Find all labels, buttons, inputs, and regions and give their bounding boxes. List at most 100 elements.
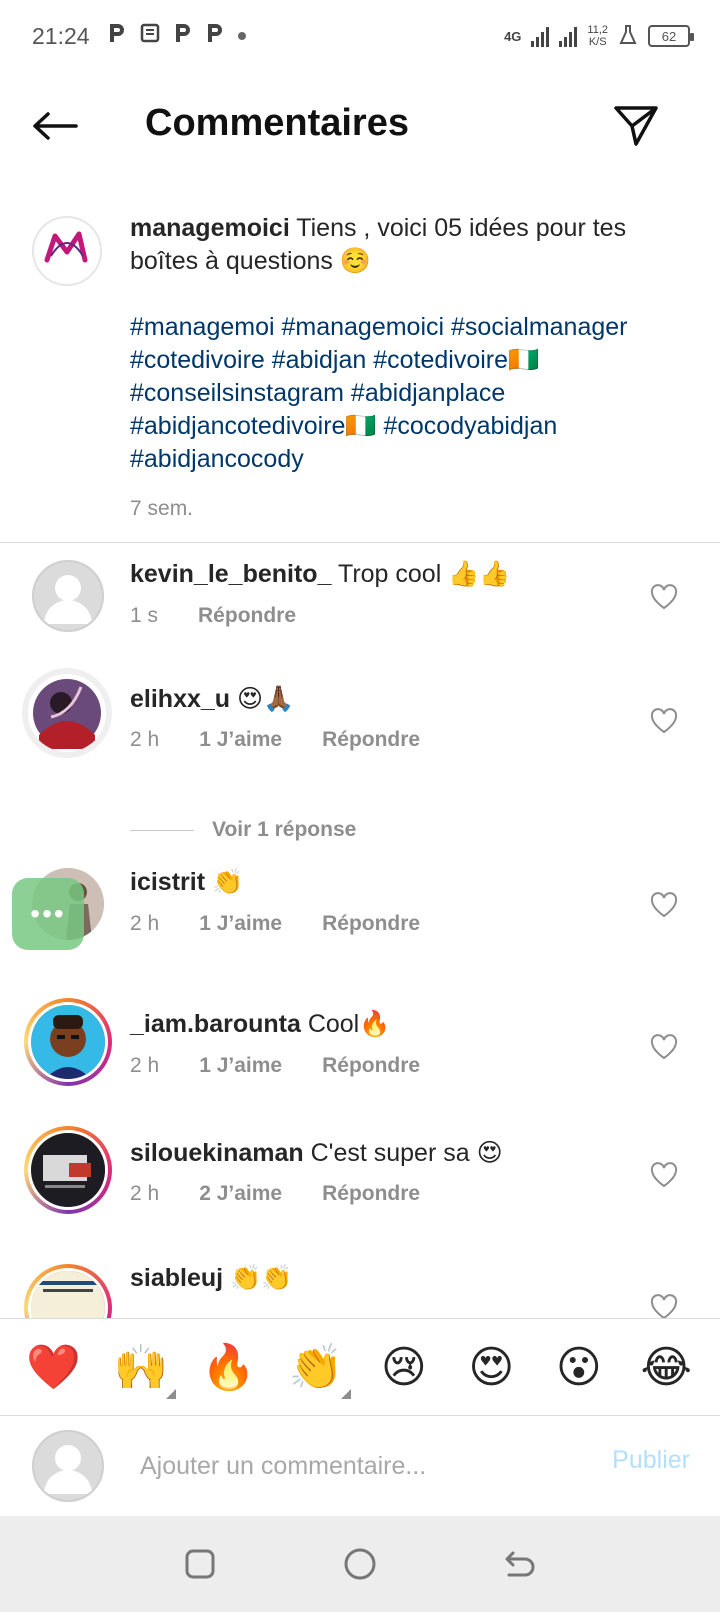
avatar-image [28,1002,108,1082]
send-icon [614,106,658,146]
page-title: Commentaires [145,102,409,144]
avatar-image [28,1268,108,1318]
comment-time: 2 h [130,1182,160,1205]
reply-button[interactable]: Répondre [198,604,296,628]
skin-tone-indicator-icon [341,1389,352,1399]
caption-body: managemoici Tiens , voici 05 idées pour … [130,212,670,525]
comment-item: _iam.barounta Cool🔥 2 h 1 J’aime Répondr… [0,998,720,1120]
header: Commentaires [0,86,720,164]
comment-text: silouekinaman C'est super sa 😍 [130,1139,503,1167]
app-p-icon [108,22,126,51]
comment-username[interactable]: _iam.barounta [130,1010,301,1038]
comment-username[interactable]: icistrit [130,868,205,896]
default-avatar-icon [44,1445,92,1494]
avatar[interactable] [32,560,104,632]
publish-button[interactable]: Publier [612,1446,690,1475]
status-right: 4G 11,2 K/S 62 [504,24,694,49]
comment-time: 2 h [130,728,160,751]
avatar[interactable] [22,668,112,758]
like-heart-icon[interactable] [650,1294,678,1318]
comment-time: 2 h [130,1054,160,1077]
notification-icons [108,22,246,51]
avatar-image [28,1130,108,1210]
comment-username[interactable]: kevin_le_benito_ [130,560,331,588]
like-heart-icon[interactable] [650,1034,678,1060]
emoji-quick-bar: ❤️ 🙌 🔥 👏 😢 😍 😮 😂 [0,1318,720,1416]
system-nav-bar [0,1516,720,1612]
comment-item: siableuj 👏👏 [0,1264,720,1318]
news-icon [140,22,160,50]
flask-icon [618,24,638,49]
reply-button[interactable]: Répondre [322,728,420,752]
back-arrow-icon [33,112,78,140]
comment-text: elihxx_u 😍🙏🏾 [130,685,295,713]
avatar[interactable] [24,998,112,1086]
reply-button[interactable]: Répondre [322,1182,420,1206]
back-button[interactable] [30,104,80,148]
avatar[interactable] [24,1264,112,1318]
managemoi-logo-icon [43,231,91,271]
comment-meta: 2 h 2 J’aime Répondre [130,1182,420,1206]
emoji-crying-button[interactable]: 😢 [369,1342,439,1393]
emoji-raising-hands-button[interactable]: 🙌 [106,1341,177,1399]
caption-time: 7 sem. [130,497,194,520]
comment-input[interactable] [140,1444,570,1488]
comment-time: 1 s [130,604,159,627]
comment-meta: 2 h 1 J’aime Répondre [130,728,420,752]
back-nav-button[interactable] [500,1544,540,1584]
user-photo-icon [33,679,101,749]
comment-composer: Publier [0,1416,720,1516]
signal-icon [531,25,550,47]
floating-chat-bubble[interactable]: ••• [12,878,84,950]
comment-username[interactable]: siableuj [130,1264,223,1292]
divider [130,829,194,831]
default-avatar-icon [44,575,92,624]
caption-username[interactable]: managemoici [130,214,290,242]
divider [0,542,720,543]
app-p-icon [206,22,224,51]
reply-button[interactable]: Répondre [322,912,420,936]
emoji-laughing-button[interactable]: 😂 [631,1342,701,1393]
comment-text: _iam.barounta Cool🔥 [130,1010,391,1038]
like-heart-icon[interactable] [650,708,678,734]
comment-username[interactable]: elihxx_u [130,685,230,713]
comment-username[interactable]: silouekinaman [130,1139,304,1167]
skin-tone-indicator-icon [166,1389,177,1399]
avatar[interactable] [32,216,102,286]
comment-item: kevin_le_benito_ Trop cool 👍👍 1 s Répond… [0,560,720,670]
like-heart-icon[interactable] [650,892,678,918]
comment-time: 2 h [130,912,160,935]
avatar[interactable] [24,1126,112,1214]
share-button[interactable] [612,102,660,150]
emoji-clap-button[interactable]: 👏 [281,1341,352,1399]
comment-text: icistrit 👏 [130,868,244,896]
comment-text: kevin_le_benito_ Trop cool 👍👍 [130,560,511,588]
status-time: 21:24 [32,22,90,49]
likes-count[interactable]: 1 J’aime [199,728,282,752]
comment-meta: 1 s Répondre [130,604,296,628]
battery-icon: 62 [648,25,694,47]
view-replies-button[interactable]: Voir 1 réponse [130,818,356,842]
comment-item: icistrit 👏 2 h 1 J’aime Répondre [0,868,720,978]
comment-meta: 2 h 1 J’aime Répondre [130,912,420,936]
status-bar: 21:24 4G 11,2 K/S 62 [0,0,720,72]
more-notifications-dot [237,32,246,40]
emoji-heart-eyes-button[interactable]: 😍 [456,1342,526,1393]
comment-item: silouekinaman C'est super sa 😍 2 h 2 J’a… [0,1126,720,1248]
reply-button[interactable]: Répondre [322,1054,420,1078]
likes-count[interactable]: 1 J’aime [199,912,282,936]
likes-count[interactable]: 1 J’aime [199,1054,282,1078]
emoji-heart-button[interactable]: ❤️ [19,1341,89,1393]
likes-count[interactable]: 2 J’aime [199,1182,282,1206]
emoji-surprised-button[interactable]: 😮 [544,1342,614,1393]
network-type: 4G [504,28,522,44]
comment-meta: 2 h 1 J’aime Répondre [130,1054,420,1078]
caption-hashtags[interactable]: #managemoi #managemoici #socialmanager #… [130,311,670,476]
like-heart-icon[interactable] [650,584,678,610]
recents-button[interactable] [180,1544,220,1584]
comment-text: siableuj 👏👏 [130,1264,293,1292]
like-heart-icon[interactable] [650,1162,678,1188]
signal-icon [559,25,578,47]
home-button[interactable] [340,1544,380,1584]
emoji-fire-button[interactable]: 🔥 [194,1341,264,1393]
